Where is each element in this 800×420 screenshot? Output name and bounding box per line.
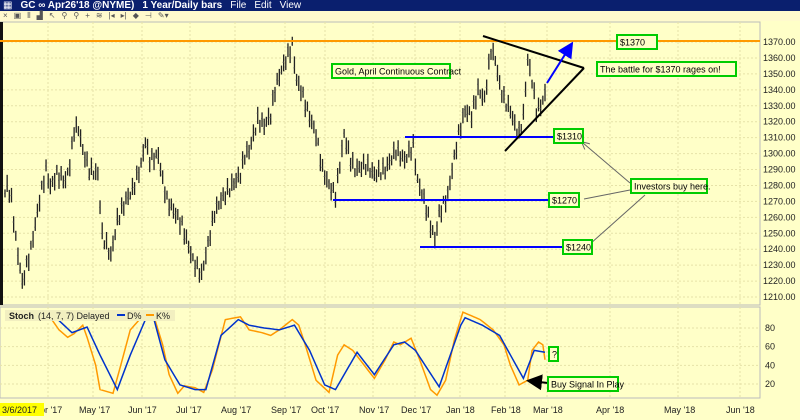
stoch-legend-d[interactable]: D% — [127, 311, 142, 321]
month-tick-label: Mar '18 — [533, 405, 563, 415]
stoch-tick-label: 20 — [765, 379, 775, 389]
stoch-tick-label: 80 — [765, 323, 775, 333]
month-tick-label: Aug '17 — [221, 405, 251, 415]
price-tick-label: 1250.00 — [763, 228, 796, 238]
price-tick-label: 1350.00 — [763, 69, 796, 79]
price-tick-label: 1360.00 — [763, 53, 796, 63]
start-date: 3/6/2017 — [2, 405, 37, 415]
stoch-legend-params[interactable]: (14, 7, 7) Delayed — [38, 311, 110, 321]
price-tick-label: 1280.00 — [763, 180, 796, 190]
month-tick-label: Jul '17 — [176, 405, 202, 415]
price-tick-label: 1290.00 — [763, 165, 796, 175]
price-tick-label: 1270.00 — [763, 196, 796, 206]
stoch-tick-label: 40 — [765, 360, 775, 370]
annotation-1310: $1310 — [557, 132, 582, 142]
annotation-1270: $1270 — [552, 196, 577, 206]
price-tick-label: 1310.00 — [763, 133, 796, 143]
month-tick-label: May '18 — [664, 405, 695, 415]
price-tick-label: 1340.00 — [763, 85, 796, 95]
annotation-battle: The battle for $1370 rages on! — [600, 65, 721, 75]
month-tick-label: Apr '18 — [596, 405, 624, 415]
month-tick-label: Jun '17 — [128, 405, 157, 415]
annotation-title: Gold, April Continuous Contract — [335, 67, 462, 77]
annotation-1240: $1240 — [566, 243, 591, 253]
stoch-legend-k[interactable]: K% — [156, 311, 170, 321]
month-tick-label: Feb '18 — [491, 405, 521, 415]
price-tick-label: 1230.00 — [763, 260, 796, 270]
annotation-buy-signal: Buy Signal In Play — [551, 380, 625, 390]
annotation-investors: Investors buy here. — [634, 182, 711, 192]
scrollbar[interactable] — [0, 22, 3, 305]
chart-window: ▦ GC ∞ Apr26'18 @NYME) 1 Year/Daily bars… — [0, 0, 800, 420]
month-tick-label: Sep '17 — [271, 405, 301, 415]
price-tick-label: 1210.00 — [763, 292, 796, 302]
chart-svg: 1210.00 1220.00 1230.00 1240.00 1250.00 1260.… — [0, 21, 796, 416]
month-tick-label: Nov '17 — [359, 405, 389, 415]
price-tick-label: 1320.00 — [763, 117, 796, 127]
price-tick-label: 1220.00 — [763, 276, 796, 286]
price-tick-label: 1330.00 — [763, 101, 796, 111]
month-tick-label: May '17 — [79, 405, 110, 415]
month-tick-label: Jan '18 — [446, 405, 475, 415]
month-tick-label: Jun '18 — [726, 405, 755, 415]
month-tick-label: Oct '17 — [311, 405, 339, 415]
month-tick-label: Dec '17 — [401, 405, 431, 415]
annotation-1370: $1370 — [620, 38, 645, 48]
stoch-legend-name: Stoch — [9, 311, 34, 321]
price-tick-label: 1240.00 — [763, 244, 796, 254]
price-tick-label: 1370.00 — [763, 37, 796, 47]
price-tick-label: 1260.00 — [763, 212, 796, 222]
price-tick-label: 1300.00 — [763, 149, 796, 159]
annotation-question: ? — [552, 350, 557, 360]
stoch-tick-label: 60 — [765, 342, 775, 352]
